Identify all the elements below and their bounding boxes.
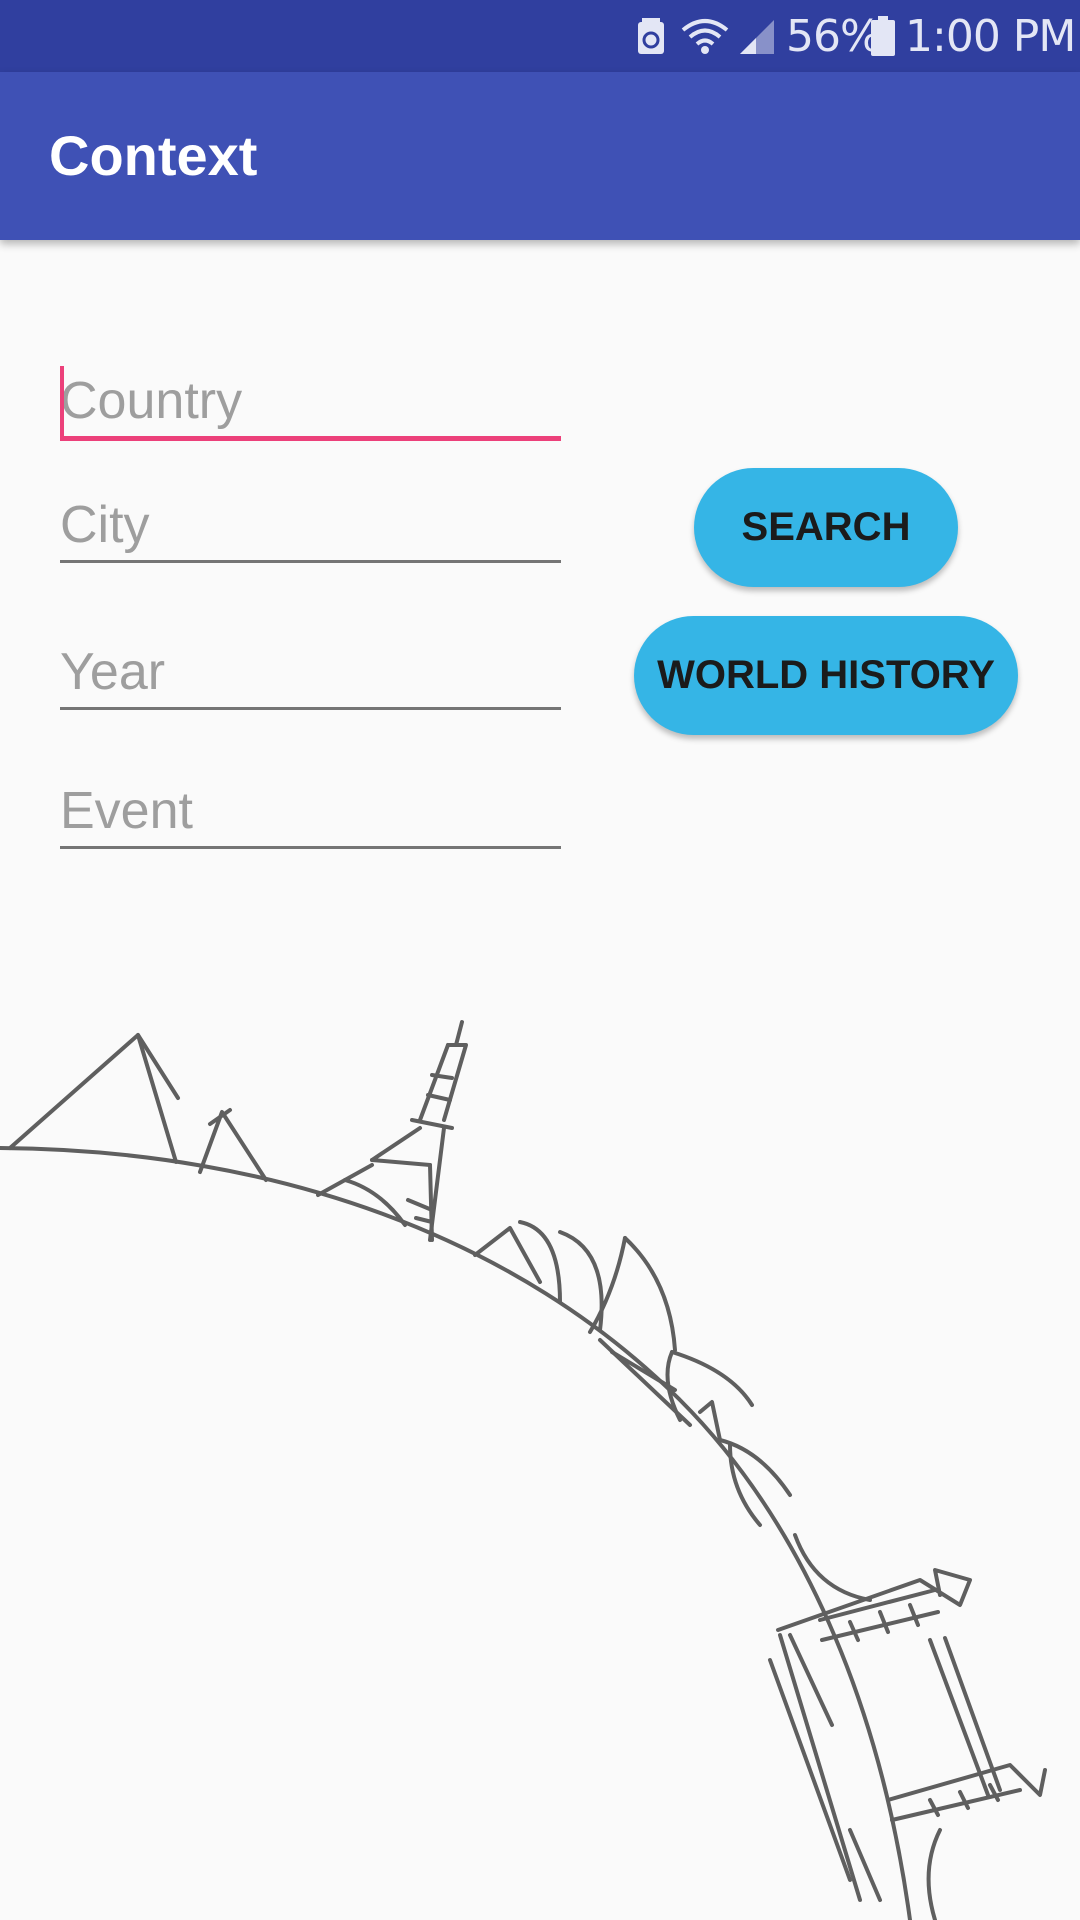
search-button[interactable]: SEARCH [694,468,958,587]
screen: 56% 1:00 PM Context SEARCH WORLD HI [0,0,1080,1920]
battery-percent: 56% [786,10,882,62]
battery-saver-icon [636,0,666,72]
wifi-icon [680,0,730,72]
tower-bridge-landmark [768,1533,1047,1920]
city-field[interactable] [60,490,561,563]
text-cursor [60,366,64,438]
world-landmarks-illustration [0,990,1080,1920]
city-input[interactable] [60,490,561,560]
battery-icon [870,0,896,72]
country-underline [60,436,561,441]
year-field[interactable] [60,637,561,710]
eiffel-tower-landmark [316,1020,468,1242]
event-underline [60,846,561,849]
year-input[interactable] [60,637,561,707]
city-underline [60,560,561,563]
app-title: Context [49,124,258,187]
event-field[interactable] [60,776,561,849]
signal-icon [734,0,776,72]
opera-house-landmark [473,1220,792,1527]
status-bar: 56% 1:00 PM [0,0,1080,72]
globe-curve [0,1146,912,1920]
country-field[interactable] [60,366,561,441]
world-history-button[interactable]: WORLD HISTORY [634,616,1018,735]
country-input[interactable] [60,366,561,436]
status-time: 1:00 PM [905,10,1076,62]
year-underline [60,707,561,710]
event-input[interactable] [60,776,561,846]
app-bar: Context [0,72,1080,240]
